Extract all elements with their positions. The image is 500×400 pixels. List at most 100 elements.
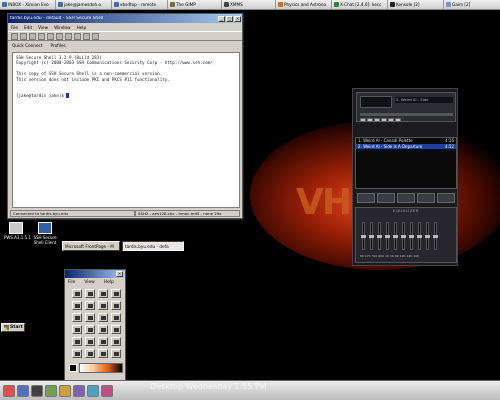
shear-icon[interactable] [72,313,82,322]
rotate-icon[interactable] [98,301,108,310]
seek-bar[interactable] [360,113,453,116]
menu-window[interactable]: Window [54,25,71,30]
play-icon[interactable] [367,118,373,122]
files-icon[interactable] [17,384,29,397]
quick-connect-button[interactable]: Quick Connect [12,43,43,48]
taskbar-item-physics[interactable]: Physics and Astrono [276,0,332,9]
pencil-icon[interactable] [111,325,121,334]
gradient-icon[interactable] [98,325,108,334]
taskbar-item-xmms[interactable]: XMMS [222,0,276,9]
text-icon[interactable] [111,313,121,322]
find-icon[interactable] [29,32,36,40]
taskbar-item-xchat[interactable]: X-Chat [2.4.0]: kecc [332,0,388,9]
start-button[interactable]: Start [1,323,25,332]
taskbar-item-gimp[interactable]: The GIMP [168,0,222,9]
select-ellipse-icon[interactable] [85,289,95,298]
terminal-icon[interactable] [31,384,43,397]
taskbar-item-konsole[interactable]: Konsole [2] [388,0,444,9]
menu-file[interactable]: File [11,25,18,30]
media-icon[interactable] [101,384,113,397]
desktop-icon-ssh-client[interactable]: SSH Secure Shell Client [33,222,57,245]
eq-slider[interactable] [409,222,414,250]
menu-file[interactable]: File [68,280,75,285]
ssh-titlebar[interactable]: tardis.byu.edu - default - SSH Secure Sh… [8,14,242,23]
close-button[interactable]: × [116,271,123,277]
folder-icon[interactable] [59,384,71,397]
task-button-frontpage[interactable]: Microsoft FrontPage - M [62,241,120,251]
eq-slider[interactable] [369,222,374,250]
scale-icon[interactable] [111,301,121,310]
airbrush-icon[interactable] [98,337,108,346]
blur-icon[interactable] [85,349,95,358]
ink-icon[interactable] [111,337,121,346]
crop-icon[interactable] [85,301,95,310]
remove-button[interactable] [377,193,395,203]
eq-slider[interactable] [425,222,430,250]
file-transfer-icon[interactable] [83,32,90,40]
minimize-button[interactable]: _ [218,15,225,22]
save-icon[interactable] [11,32,18,40]
smudge-icon[interactable] [98,349,108,358]
next-icon[interactable] [388,118,394,122]
settings-icon[interactable] [73,384,85,397]
taskbar-item-mail[interactable]: jake@jamesdoh.o [56,0,112,9]
eraser-icon[interactable] [85,337,95,346]
gradient-preview[interactable] [79,363,123,373]
terminal-area[interactable]: SSH Secure Shell 3.2.9 (Build 283) Copyr… [12,52,240,208]
previous-icon[interactable] [360,118,366,122]
dodge-icon[interactable] [111,349,121,358]
pause-icon[interactable] [374,118,380,122]
eq-slider[interactable] [417,222,422,250]
add-button[interactable] [357,193,375,203]
taskbar-item-inbox[interactable]: INBOX - Ximian Evo [0,0,56,9]
eq-slider[interactable] [401,222,406,250]
menu-view[interactable]: View [84,280,94,285]
playlist-item[interactable]: 2. Weird Al - Side Is A Departure 4:52 [356,143,456,149]
copy-icon[interactable] [38,32,45,40]
bucket-fill-icon[interactable] [85,325,95,334]
task-button-ssh[interactable]: tardis.byu.edu - defa [122,241,184,251]
menu-edit[interactable]: Edit [24,25,32,30]
taskbar-item-remote[interactable]: xbsdtop - remote [112,0,168,9]
editor-icon[interactable] [45,384,57,397]
menu-help[interactable]: Help [77,25,87,30]
color-picker-icon[interactable] [72,325,82,334]
print-icon[interactable] [20,32,27,40]
flip-icon[interactable] [98,313,108,322]
move-icon[interactable] [72,301,82,310]
paste-icon[interactable] [47,32,54,40]
paint-titlebar[interactable]: × [65,270,125,278]
clone-icon[interactable] [72,349,82,358]
lasso-icon[interactable] [98,289,108,298]
menu-view[interactable]: View [38,25,48,30]
network-icon[interactable] [87,384,99,397]
magic-wand-icon[interactable] [111,289,121,298]
eq-slider[interactable] [433,222,438,250]
eq-slider[interactable] [385,222,390,250]
eq-slider[interactable] [361,222,366,250]
maximize-button[interactable]: □ [226,15,233,22]
select-button[interactable] [397,193,415,203]
close-button[interactable]: × [234,15,241,22]
perspective-icon[interactable] [85,313,95,322]
paintbrush-icon[interactable] [72,337,82,346]
menu-help[interactable]: Help [104,280,114,285]
launcher-icon[interactable] [3,384,15,397]
eq-slider[interactable] [393,222,398,250]
misc-button[interactable] [417,193,435,203]
profiles-button[interactable]: Profiles [51,43,66,48]
stop-icon[interactable] [381,118,387,122]
desktop-icon-pws[interactable]: PWS.A3.1.5.1 [4,222,31,240]
connect-icon[interactable] [56,32,63,40]
visualizer[interactable] [360,96,392,108]
media-player-window: 2. Weird Al - Side 1. Weird Al - Canadi … [352,88,458,266]
foreground-color-swatch[interactable] [69,364,77,372]
keys-icon[interactable] [74,32,81,40]
help-icon[interactable] [92,32,99,40]
taskbar-item-gaim[interactable]: Gaim [2] [444,0,500,9]
eject-icon[interactable] [395,118,401,122]
select-rect-icon[interactable] [72,289,82,298]
eq-slider[interactable] [377,222,382,250]
settings-icon[interactable] [65,32,72,40]
list-button[interactable] [437,193,455,203]
